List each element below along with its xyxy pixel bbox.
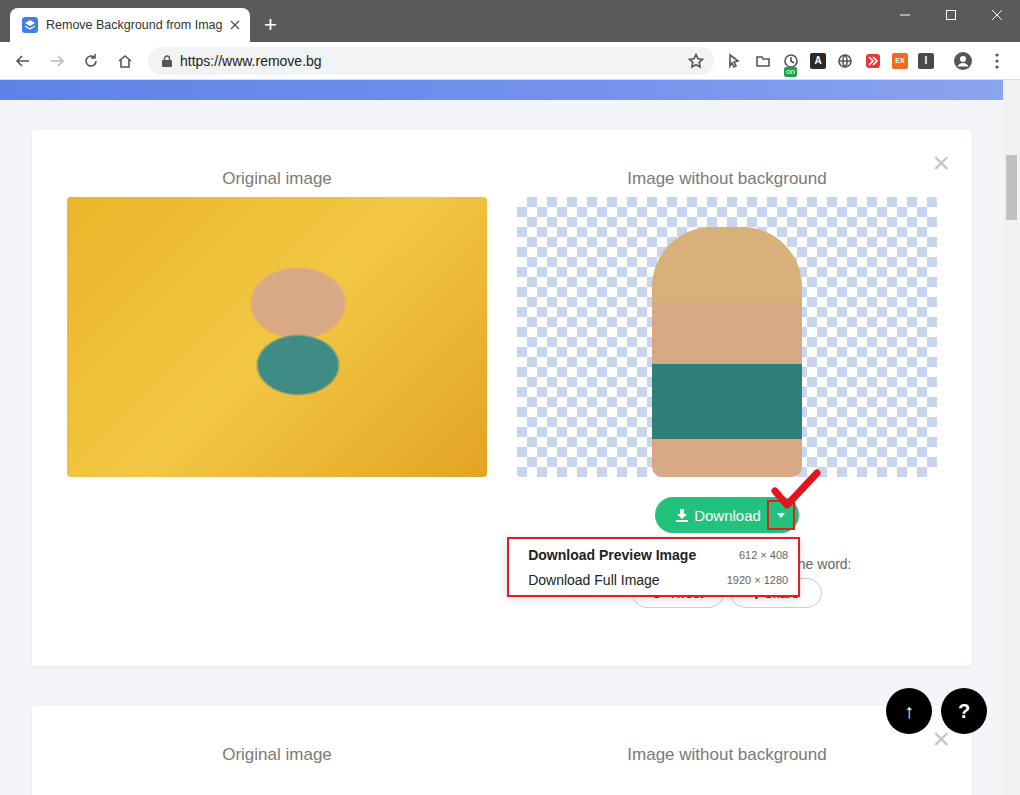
original-column: Original image [67,744,487,773]
profile-button[interactable] [948,46,978,76]
result-column: Image without background [517,744,937,773]
site-logo-icon [22,17,38,33]
forward-button[interactable] [42,46,72,76]
extension-badge: on [784,67,797,77]
globe-icon [837,53,853,69]
browser-tab[interactable]: Remove Background from Imag [10,8,250,42]
result-photo [517,197,937,477]
lock-icon [162,55,172,67]
original-photo [67,197,487,477]
download-icon [675,508,689,522]
profile-icon [954,52,972,70]
cursor-extension[interactable] [726,52,744,70]
home-icon [117,53,133,69]
result-card: × Original image Image without background D… [32,130,972,666]
tab-title: Remove Background from Imag [46,18,222,32]
page-content: × Original image Image without background D… [0,80,1003,795]
scrollbar-thumb[interactable] [1006,155,1017,220]
floating-buttons: ↑? [886,688,987,734]
help-button[interactable]: ? [941,688,987,734]
home-button[interactable] [110,46,140,76]
title-bar: Remove Background from Imag + [0,0,1020,42]
more-icon [995,53,999,69]
download-menu: Download Preview Image612 × 408Download … [507,537,800,597]
image-grid: Original image Image without background [67,744,937,773]
download-main[interactable]: Download [655,507,767,524]
extension-icon[interactable]: EX [892,53,908,69]
forward-icon [865,53,881,69]
extension-icon[interactable]: A [810,53,826,69]
extensions: on A EX I [726,52,934,70]
close-tab-icon[interactable] [230,20,240,30]
menu-item[interactable]: Download Full Image1920 × 1280 [509,567,798,592]
scroll-top-button[interactable]: ↑ [886,688,932,734]
image-size: 612 × 408 [739,549,788,561]
close-window-icon [992,10,1002,20]
hero-banner [0,80,1003,100]
globe-extension[interactable] [836,52,854,70]
folder-icon [755,53,771,69]
scrollbar[interactable] [1003,80,1020,795]
download-group: DownloadDownload Preview Image612 × 408D… [655,497,799,533]
browser-toolbar: https://www.remove.bg on A EX I [0,42,1020,80]
close-window-button[interactable] [974,0,1020,30]
back-button[interactable] [8,46,38,76]
close-button[interactable]: × [932,148,950,178]
reload-button[interactable] [76,46,106,76]
forward-extension[interactable] [864,52,882,70]
folder-extension[interactable] [754,52,772,70]
result-heading: Image without background [627,744,826,766]
menu-button[interactable] [982,46,1012,76]
forward-arrow-icon [49,53,65,69]
window-controls [882,0,1020,30]
caret-icon [777,513,785,518]
extension-icon[interactable]: I [918,53,934,69]
image-grid: Original image Image without background Do… [67,168,937,608]
reload-icon [83,53,99,69]
back-arrow-icon [15,53,31,69]
star-icon[interactable] [688,53,704,69]
subject-cutout [652,227,802,477]
cursor-icon [727,53,743,69]
minimize-icon [900,10,910,20]
original-heading: Original image [222,744,332,766]
result-column: Image without background DownloadDownload… [517,168,937,608]
original-heading: Original image [222,168,332,190]
maximize-icon [946,10,956,20]
new-tab-button[interactable]: + [264,14,277,36]
close-button[interactable]: × [932,724,950,754]
clock-extension[interactable]: on [782,52,800,70]
download-button[interactable]: Download [655,497,799,533]
original-column: Original image [67,168,487,608]
image-size: 1920 × 1280 [727,574,788,586]
url-text: https://www.remove.bg [180,53,680,69]
menu-item[interactable]: Download Preview Image612 × 408 [509,542,798,567]
result-list: × Original image Image without background D… [0,100,1003,795]
result-card: × Original image Image without background [32,706,972,795]
check-mark-icon [771,469,821,511]
result-heading: Image without background [627,168,826,190]
address-bar[interactable]: https://www.remove.bg [148,47,714,75]
browser-window: Remove Background from Imag + https://www.… [0,0,1020,795]
maximize-button[interactable] [928,0,974,30]
page: × Original image Image without background D… [0,80,1020,795]
minimize-button[interactable] [882,0,928,30]
